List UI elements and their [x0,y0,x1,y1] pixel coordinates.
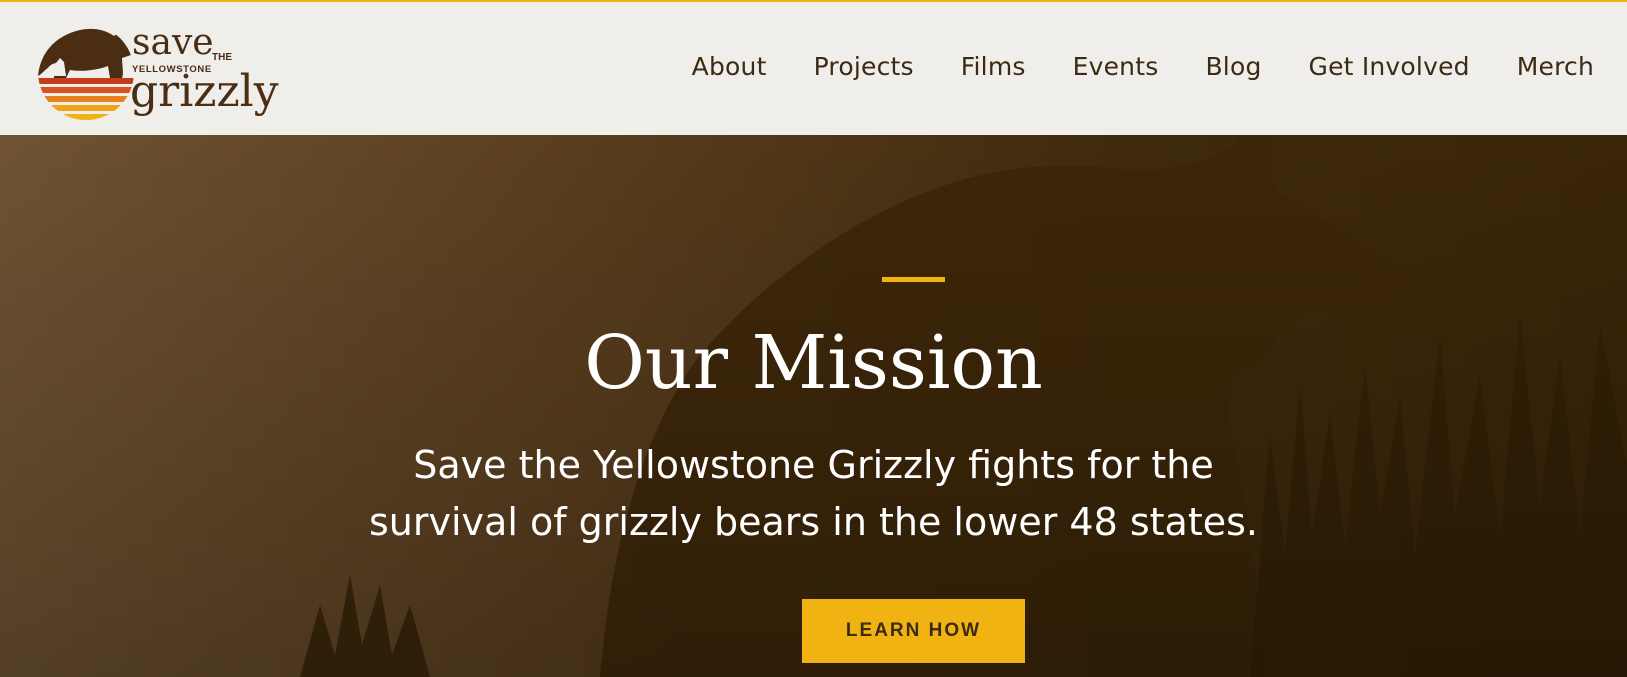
logo-save: save [132,22,214,63]
nav-merch[interactable]: Merch [1517,52,1594,81]
hero-background-image [0,135,1627,677]
nav-projects[interactable]: Projects [814,52,914,81]
nav-films[interactable]: Films [961,52,1026,81]
logo-emblem [38,24,134,120]
hero-title: Our Mission [584,320,1043,406]
site-logo[interactable]: save THE YELLOWSTONE grizzly [36,14,286,126]
learn-how-button[interactable]: LEARN HOW [802,599,1025,663]
hero-section: Our Mission Save the Yellowstone Grizzly… [0,135,1627,677]
nav-about[interactable]: About [692,52,767,81]
logo-the: THE [212,52,232,63]
site-header: save THE YELLOWSTONE grizzly About Proje… [0,0,1627,135]
main-nav: About Projects Films Events Blog Get Inv… [645,52,1594,81]
nav-blog[interactable]: Blog [1205,52,1261,81]
nav-get-involved[interactable]: Get Involved [1309,52,1470,81]
logo-grizzly: grizzly [130,66,279,117]
hero-description: Save the Yellowstone Grizzly fights for … [369,443,1258,544]
title-accent-bar [882,277,945,282]
nav-events[interactable]: Events [1073,52,1159,81]
